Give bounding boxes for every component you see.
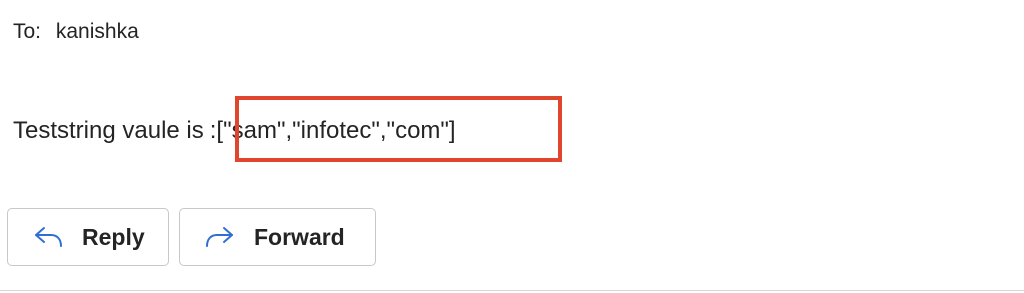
message-value: ["sam","infotec","com"] <box>216 117 456 144</box>
message-actions: Reply Forward <box>7 208 376 266</box>
message-body: Teststring vaule is:["sam","infotec","co… <box>13 116 456 146</box>
recipient-name[interactable]: kanishka <box>56 20 139 43</box>
reply-arrow-icon <box>35 227 62 247</box>
recipient-line: To: kanishka <box>13 18 139 46</box>
message-prefix: Teststring vaule is <box>13 117 204 144</box>
forward-label: Forward <box>254 223 345 250</box>
bottom-divider <box>0 290 1024 291</box>
forward-arrow-icon <box>206 227 233 247</box>
to-label: To: <box>13 20 42 43</box>
forward-button[interactable]: Forward <box>179 208 376 266</box>
email-reading-pane: To: kanishka Teststring vaule is:["sam",… <box>0 0 1024 293</box>
reply-button[interactable]: Reply <box>7 208 169 266</box>
reply-label: Reply <box>82 223 145 250</box>
